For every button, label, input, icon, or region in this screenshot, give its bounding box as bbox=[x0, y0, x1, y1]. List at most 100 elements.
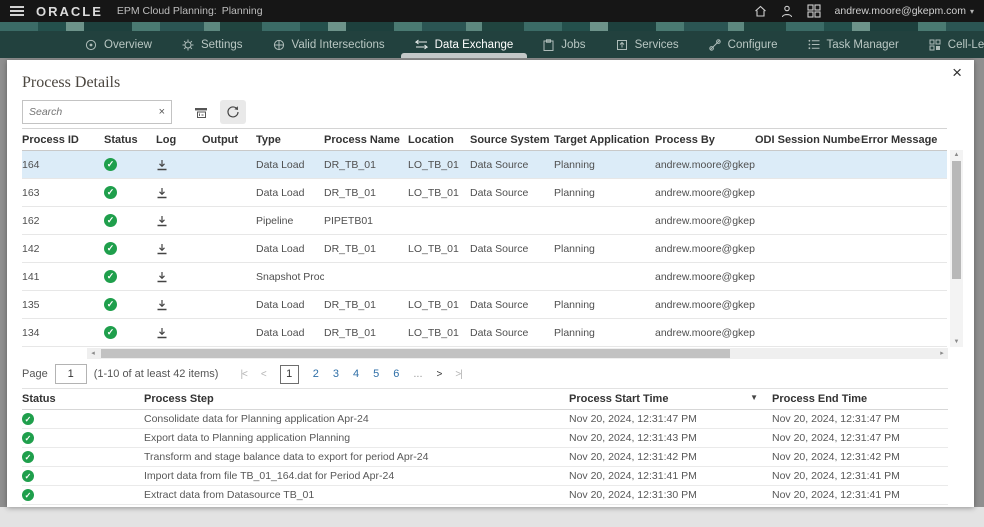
search-input[interactable] bbox=[29, 106, 155, 118]
column-header-process-step[interactable]: Process Step bbox=[144, 389, 569, 410]
status-success-icon: ✓ bbox=[104, 242, 117, 255]
column-header-location[interactable]: Location bbox=[408, 129, 470, 151]
column-header-status[interactable]: Status bbox=[22, 389, 144, 410]
step-row[interactable]: ✓Extract data from Datasource TB_01Nov 2… bbox=[22, 486, 948, 505]
cell-log bbox=[156, 263, 202, 291]
table-row[interactable]: 162✓PipelinePIPETB01andrew.moore@gkepm.c… bbox=[22, 207, 947, 235]
horizontal-scrollbar[interactable]: ◂ ▸ bbox=[87, 348, 948, 359]
scroll-right-icon[interactable]: ▸ bbox=[936, 348, 948, 359]
page-link-5[interactable]: 5 bbox=[373, 368, 379, 380]
tab-task-manager[interactable]: Task Manager bbox=[808, 31, 899, 58]
page-link-4[interactable]: 4 bbox=[353, 368, 359, 380]
tab-data-exchange[interactable]: Data Exchange bbox=[415, 31, 514, 58]
step-row[interactable]: ✓Transform and stage balance data to exp… bbox=[22, 448, 948, 467]
page-link-3[interactable]: 3 bbox=[333, 368, 339, 380]
table-row[interactable]: 164✓Data LoadDR_TB_01LO_TB_01Data Source… bbox=[22, 151, 947, 179]
page-label: Page bbox=[22, 368, 48, 380]
column-header-source-system[interactable]: Source System bbox=[470, 129, 554, 151]
user-menu[interactable]: andrew.moore@gkepm.com ▾ bbox=[835, 5, 974, 17]
tab-configure[interactable]: Configure bbox=[709, 31, 778, 58]
table-row[interactable]: 141✓Snapshot Processandrew.moore@gkepm.c… bbox=[22, 263, 947, 291]
table-row[interactable]: 135✓Data LoadDR_TB_01LO_TB_01Data Source… bbox=[22, 291, 947, 319]
cell-odi bbox=[755, 179, 861, 207]
tab-label: Valid Intersections bbox=[292, 39, 385, 51]
cell-source bbox=[470, 263, 554, 291]
horizontal-scroll-thumb[interactable] bbox=[101, 349, 730, 358]
cell-odi bbox=[755, 291, 861, 319]
step-row[interactable]: ✓Import data from file TB_01_164.dat for… bbox=[22, 467, 948, 486]
cell-id: 134 bbox=[22, 319, 104, 347]
scroll-up-icon[interactable]: ▲ bbox=[950, 150, 963, 160]
clear-search-icon[interactable]: × bbox=[155, 106, 165, 118]
column-header-process-start-time[interactable]: Process Start Time▼ bbox=[569, 389, 772, 410]
overview-icon bbox=[85, 39, 97, 51]
refresh-button[interactable] bbox=[220, 100, 246, 124]
column-header-process-name[interactable]: Process Name bbox=[324, 129, 408, 151]
column-header-log[interactable]: Log bbox=[156, 129, 202, 151]
tab-jobs[interactable]: Jobs bbox=[543, 31, 585, 58]
page-link-2[interactable]: 2 bbox=[313, 368, 319, 380]
tab-valid-intersections[interactable]: Valid Intersections bbox=[273, 31, 385, 58]
query-by-example-button[interactable] bbox=[188, 100, 214, 124]
download-log-icon[interactable] bbox=[156, 299, 168, 311]
column-header-odi-session-number[interactable]: ODI Session Number bbox=[755, 129, 861, 151]
page-link-6[interactable]: 6 bbox=[393, 368, 399, 380]
last-page-button[interactable]: >| bbox=[455, 369, 461, 380]
page-title: Process Details bbox=[22, 74, 120, 92]
download-log-icon[interactable] bbox=[156, 187, 168, 199]
pagination-bar: Page (1-10 of at least 42 items) |<<1234… bbox=[22, 362, 462, 386]
hamburger-menu-icon[interactable] bbox=[10, 6, 24, 16]
cell-level-security-icon bbox=[929, 39, 941, 51]
download-log-icon[interactable] bbox=[156, 215, 168, 227]
tab-label: Services bbox=[635, 39, 679, 51]
tab-cell-level-security[interactable]: Cell-Level Security bbox=[929, 31, 984, 58]
scroll-left-icon[interactable]: ◂ bbox=[87, 348, 99, 359]
column-header-process-end-time[interactable]: Process End Time bbox=[772, 389, 948, 410]
cell-name: DR_TB_01 bbox=[324, 151, 408, 179]
column-header-status[interactable]: Status bbox=[104, 129, 156, 151]
home-icon[interactable] bbox=[754, 5, 767, 18]
assistant-icon[interactable] bbox=[781, 5, 793, 18]
page-current[interactable]: 1 bbox=[280, 365, 299, 384]
next-page-button[interactable]: > bbox=[437, 369, 442, 380]
tab-services[interactable]: Services bbox=[616, 31, 679, 58]
scroll-down-icon[interactable]: ▼ bbox=[950, 337, 963, 347]
column-header-process-id[interactable]: Process ID bbox=[22, 129, 104, 151]
close-icon[interactable]: × bbox=[952, 64, 962, 81]
app-title: EPM Cloud Planning: bbox=[117, 5, 217, 17]
download-log-icon[interactable] bbox=[156, 327, 168, 339]
column-header-error-message[interactable]: Error Message bbox=[861, 129, 947, 151]
cell-status: ✓ bbox=[104, 319, 156, 347]
status-success-icon: ✓ bbox=[22, 470, 34, 482]
column-header-output[interactable]: Output bbox=[202, 129, 256, 151]
download-log-icon[interactable] bbox=[156, 243, 168, 255]
table-row[interactable]: 163✓Data LoadDR_TB_01LO_TB_01Data Source… bbox=[22, 179, 947, 207]
cell-output bbox=[202, 319, 256, 347]
column-header-target-application[interactable]: Target Application bbox=[554, 129, 655, 151]
download-log-icon[interactable] bbox=[156, 271, 168, 283]
step-row[interactable]: ✓Export data to Planning application Pla… bbox=[22, 429, 948, 448]
vertical-scrollbar[interactable]: ▲ ▼ bbox=[950, 150, 963, 347]
cell-target bbox=[554, 263, 655, 291]
step-row[interactable]: ✓Consolidate data for Planning applicati… bbox=[22, 410, 948, 429]
cell-status: ✓ bbox=[22, 429, 144, 448]
cell-log bbox=[156, 151, 202, 179]
sort-descending-icon[interactable]: ▼ bbox=[750, 393, 758, 402]
configure-icon bbox=[709, 39, 721, 51]
table-row[interactable]: 134✓Data LoadDR_TB_01LO_TB_01Data Source… bbox=[22, 319, 947, 347]
cell-status: ✓ bbox=[104, 179, 156, 207]
cell-target bbox=[554, 207, 655, 235]
services-icon bbox=[616, 39, 628, 51]
first-page-button[interactable]: |< bbox=[240, 369, 246, 380]
tab-settings[interactable]: Settings bbox=[182, 31, 243, 58]
page-number-input[interactable] bbox=[55, 364, 87, 384]
column-header-type[interactable]: Type bbox=[256, 129, 324, 151]
vertical-scroll-thumb[interactable] bbox=[952, 161, 961, 279]
app-switcher-icon[interactable] bbox=[807, 4, 821, 18]
column-header-process-by[interactable]: Process By bbox=[655, 129, 755, 151]
download-log-icon[interactable] bbox=[156, 159, 168, 171]
previous-page-button[interactable]: < bbox=[261, 369, 266, 380]
cell-log bbox=[156, 235, 202, 263]
tab-overview[interactable]: Overview bbox=[85, 31, 152, 58]
table-row[interactable]: 142✓Data LoadDR_TB_01LO_TB_01Data Source… bbox=[22, 235, 947, 263]
